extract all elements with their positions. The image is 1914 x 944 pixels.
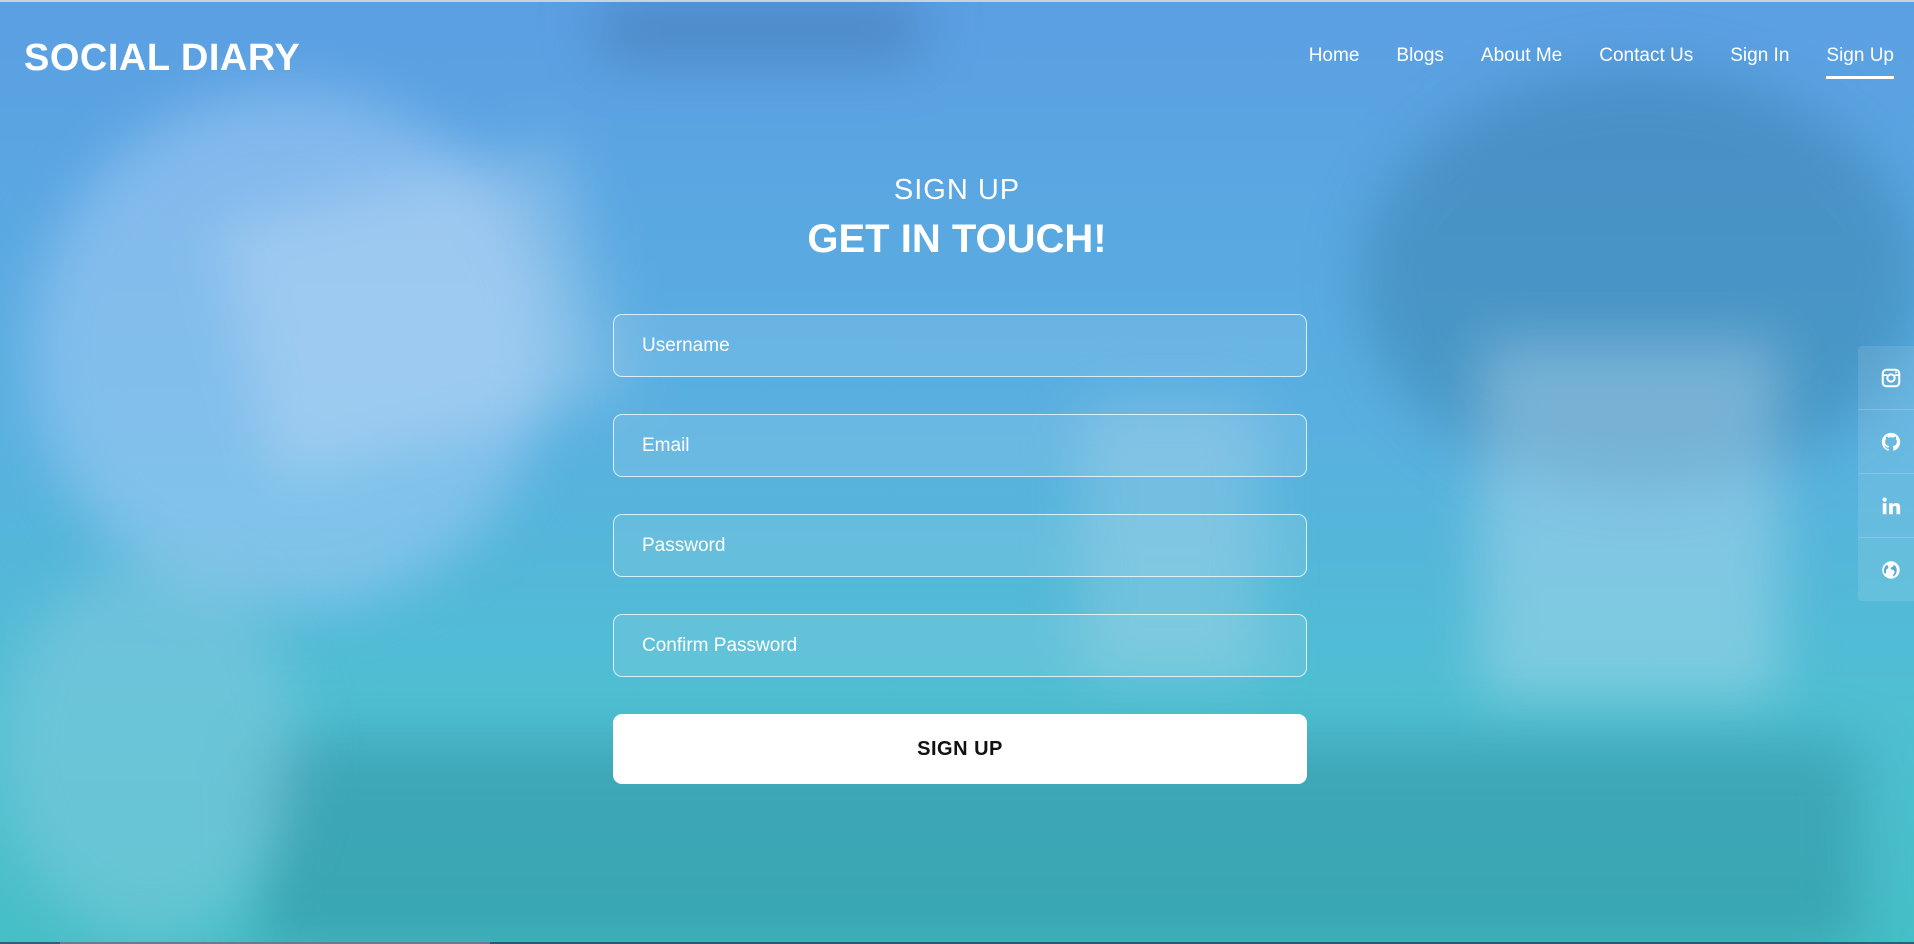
nav-contact-us[interactable]: Contact Us xyxy=(1599,44,1693,79)
nav-blogs[interactable]: Blogs xyxy=(1396,44,1444,79)
signup-button[interactable]: SIGN UP xyxy=(613,714,1307,784)
website-link[interactable] xyxy=(1858,538,1914,601)
instagram-link[interactable] xyxy=(1858,346,1914,410)
signup-page: SOCIAL DIARY Home Blogs About Me Contact… xyxy=(0,0,1914,944)
confirm-password-input[interactable] xyxy=(613,614,1307,677)
username-input[interactable] xyxy=(613,314,1307,377)
signup-form: SIGN UP xyxy=(613,314,1307,784)
social-sidebar xyxy=(1858,346,1914,601)
instagram-icon xyxy=(1881,368,1901,387)
linkedin-link[interactable] xyxy=(1858,474,1914,538)
linkedin-icon xyxy=(1882,496,1901,514)
top-border xyxy=(0,0,1914,2)
section-label: SIGN UP xyxy=(893,174,1021,206)
nav-sign-up[interactable]: Sign Up xyxy=(1826,44,1894,79)
github-link[interactable] xyxy=(1858,410,1914,474)
nav-sign-in[interactable]: Sign In xyxy=(1730,44,1789,79)
brand-logo[interactable]: SOCIAL DIARY xyxy=(24,36,300,80)
nav-home[interactable]: Home xyxy=(1309,44,1360,79)
main-nav: Home Blogs About Me Contact Us Sign In S… xyxy=(1309,44,1894,79)
nav-about-me[interactable]: About Me xyxy=(1481,44,1562,79)
github-icon xyxy=(1881,432,1901,451)
globe-icon xyxy=(1882,560,1900,579)
password-input[interactable] xyxy=(613,514,1307,577)
section-title: GET IN TOUCH! xyxy=(807,217,1107,261)
email-input[interactable] xyxy=(613,414,1307,477)
